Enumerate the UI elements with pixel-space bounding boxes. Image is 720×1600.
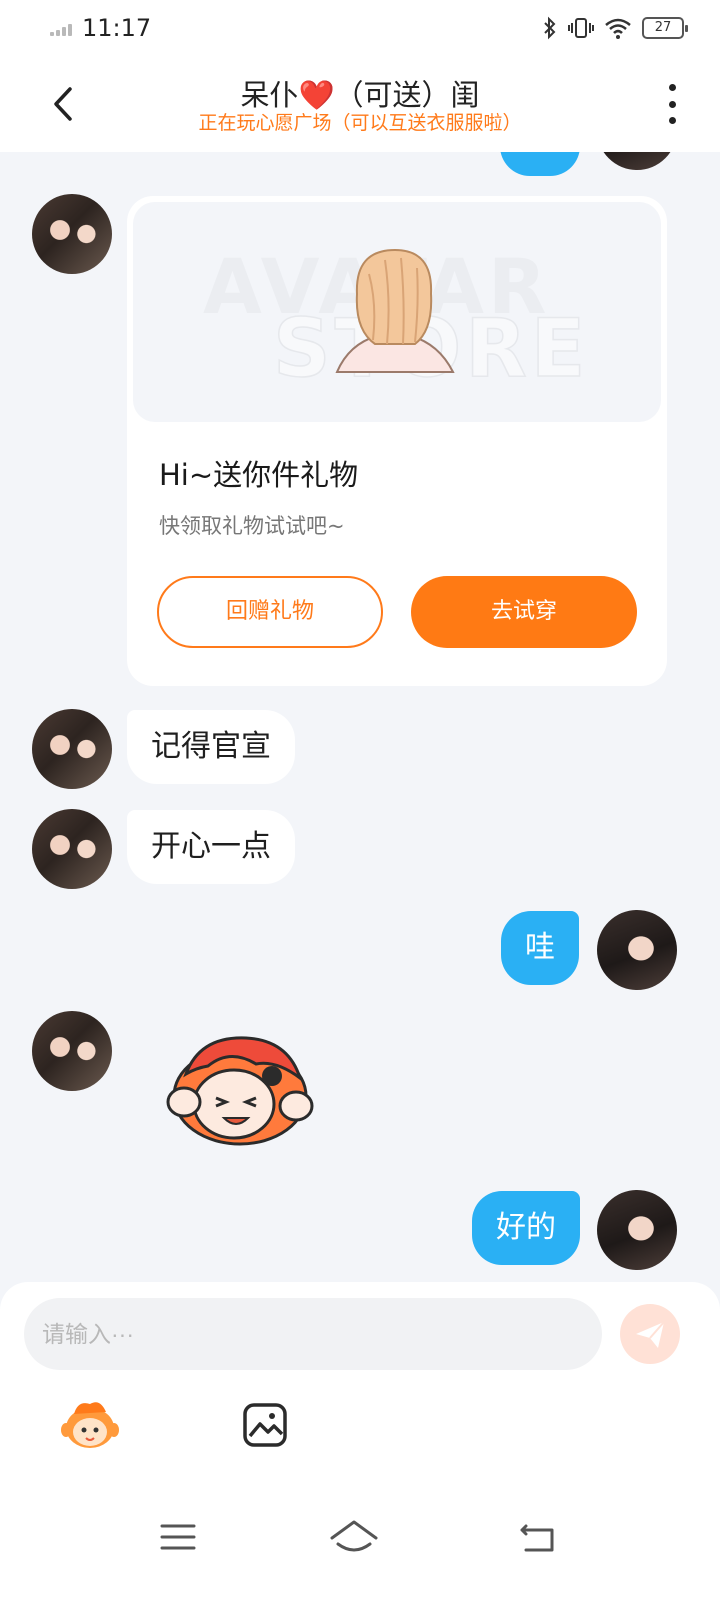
gift-image: AVATAR STORE [133, 202, 661, 422]
signal-icon [50, 22, 76, 36]
battery-icon: 27 [642, 17, 688, 39]
home-icon[interactable] [324, 1512, 384, 1562]
my-avatar[interactable] [597, 152, 677, 170]
monkey-emoji-icon[interactable] [60, 1396, 120, 1452]
return-gift-button[interactable]: 回赠礼物 [157, 576, 383, 648]
try-on-button[interactable]: 去试穿 [411, 576, 637, 648]
my-avatar[interactable] [597, 1190, 677, 1270]
sticker-image[interactable] [160, 1030, 320, 1150]
more-vertical-icon[interactable] [664, 84, 680, 124]
send-icon [636, 1321, 665, 1348]
friend-avatar[interactable] [32, 809, 112, 889]
send-button[interactable] [620, 1304, 680, 1364]
wifi-icon [605, 18, 631, 39]
message-bubble[interactable]: 好的 [472, 1191, 580, 1265]
my-avatar[interactable] [597, 910, 677, 990]
friend-avatar[interactable] [32, 1011, 112, 1091]
chat-area[interactable]: AVATAR STORE Hi~送你件礼物 快领取礼物试试吧~ 回赠礼物 去试穿… [0, 152, 720, 1302]
wig-item-image [335, 248, 455, 373]
message-bubble[interactable]: 哇 [501, 911, 579, 985]
message-input[interactable] [24, 1298, 602, 1370]
chat-header: 呆仆❤️（可送）闺 正在玩心愿广场（可以互送衣服服啦） [0, 56, 720, 152]
friend-avatar[interactable] [32, 709, 112, 789]
previous-message-bubble [500, 152, 580, 176]
vibrate-icon [568, 18, 594, 38]
bluetooth-icon [544, 16, 556, 40]
menu-icon[interactable] [148, 1512, 208, 1562]
status-icons: 27 [542, 14, 688, 42]
status-bar: 11:17 27 [0, 0, 720, 56]
back-icon[interactable] [508, 1512, 568, 1562]
message-bubble[interactable]: 开心一点 [127, 810, 295, 884]
chat-status[interactable]: 正在玩心愿广场（可以互送衣服服啦） [0, 108, 720, 135]
status-time: 11:17 [82, 14, 152, 42]
friend-avatar[interactable] [32, 194, 112, 274]
message-bubble[interactable]: 记得官宣 [127, 710, 295, 784]
gift-subtitle: 快领取礼物试试吧~ [159, 514, 345, 538]
system-nav-bar [0, 1490, 720, 1600]
gift-title: Hi~送你件礼物 [159, 458, 359, 492]
image-icon[interactable] [242, 1402, 288, 1448]
